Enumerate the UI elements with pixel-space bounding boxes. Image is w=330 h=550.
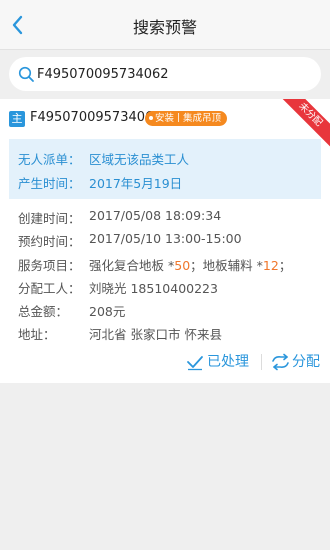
service-item-2-star: * bbox=[252, 258, 263, 273]
search-icon bbox=[18, 66, 34, 82]
service-tag: 安装 集成吊顶 bbox=[145, 111, 228, 126]
address-value: 河北省 张家口市 怀来县 bbox=[89, 327, 222, 342]
order-card[interactable]: 主 F495070095734062 安装 集成吊顶 未分配 无人派单： 区域无该… bbox=[0, 99, 330, 383]
appointment-time-value: 2017/05/10 13:00-15:00 bbox=[89, 231, 242, 246]
order-number: F495070095734062 bbox=[30, 110, 162, 125]
service-item-1: 强化复合地板 bbox=[89, 258, 165, 273]
service-item-1-star: * bbox=[164, 258, 175, 273]
no-dispatch-label: 无人派单： bbox=[18, 152, 81, 167]
created-time-value: 2017/05/08 18:09:34 bbox=[89, 208, 222, 223]
search-input[interactable] bbox=[37, 64, 307, 84]
page-title: 搜索预警 bbox=[132, 18, 197, 37]
dot-icon bbox=[149, 115, 153, 120]
search-bar bbox=[9, 57, 321, 91]
service-item-2: 地板辅料 bbox=[202, 258, 253, 273]
tag-divider bbox=[178, 113, 180, 122]
main-order-badge: 主 bbox=[9, 111, 25, 127]
worker-value: 刘晓光 18510400223 bbox=[89, 281, 218, 296]
created-time-label: 创建时间： bbox=[18, 211, 81, 226]
service-items-label: 服务项目： bbox=[18, 258, 81, 273]
tag-service-type: 安装 bbox=[155, 113, 175, 124]
processed-label: 已处理 bbox=[207, 354, 249, 370]
service-item-2-qty: 12 bbox=[262, 258, 279, 273]
action-divider bbox=[261, 354, 262, 370]
warning-info-box: 无人派单： 区域无该品类工人 产生时间： 2017年5月19日 bbox=[9, 139, 321, 199]
no-dispatch-value: 区域无该品类工人 bbox=[89, 152, 190, 167]
total-amount-label: 总金额： bbox=[18, 304, 69, 319]
generated-time-value: 2017年5月19日 bbox=[89, 176, 183, 191]
service-item-1-qty: 50 bbox=[174, 258, 191, 273]
checkmark-icon bbox=[187, 356, 203, 371]
card-actions: 已处理 分配 bbox=[0, 350, 330, 374]
transfer-arrows-icon bbox=[272, 353, 289, 371]
nav-bar: 搜索预警 bbox=[0, 0, 330, 50]
worker-label: 分配工人： bbox=[18, 281, 81, 296]
address-label: 地址： bbox=[18, 327, 56, 342]
appointment-time-label: 预约时间： bbox=[18, 234, 81, 249]
assign-label: 分配 bbox=[292, 354, 320, 370]
service-items-value: 强化复合地板 *50；地板辅料 *12； bbox=[89, 255, 291, 274]
service-end: ； bbox=[278, 258, 292, 273]
generated-time-label: 产生时间： bbox=[18, 176, 81, 191]
total-amount-value: 208元 bbox=[89, 304, 126, 319]
tag-category: 集成吊顶 bbox=[183, 113, 222, 124]
service-separator: ； bbox=[190, 258, 203, 273]
